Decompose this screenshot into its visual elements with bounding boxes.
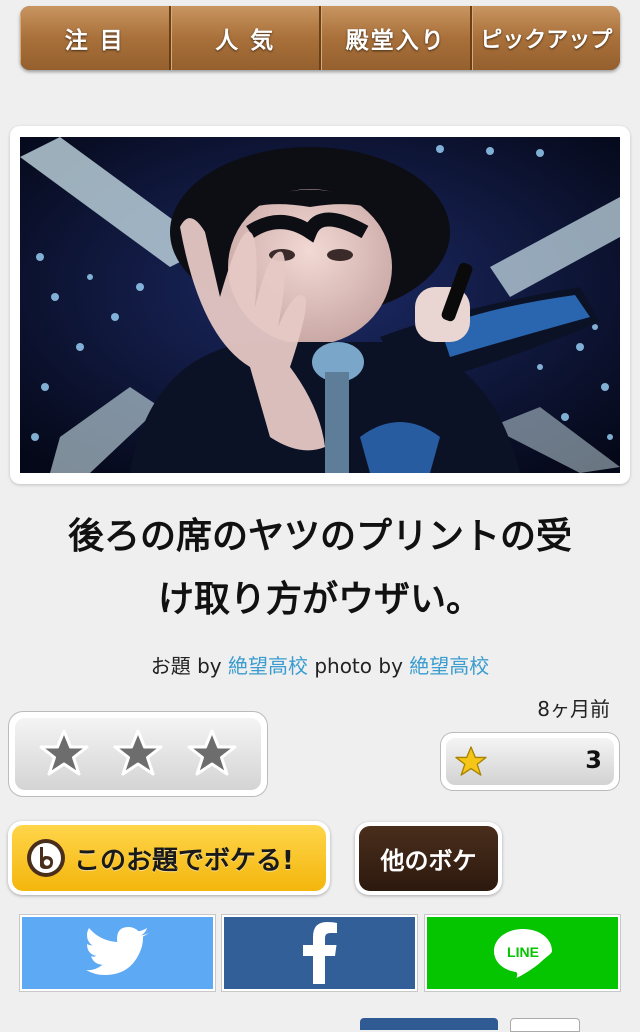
line-logo-text: LINE (507, 944, 539, 960)
tab-label: 注 目 (64, 28, 125, 54)
caption-line-1: 後ろの席のヤツのプリントの受 (67, 516, 572, 557)
boke-caption: 後ろの席のヤツのプリントの受 け取り方がウザい。 (20, 505, 620, 631)
facebook-f-icon (302, 922, 337, 984)
bottom-share-button[interactable] (510, 1018, 580, 1032)
photo-label: photo by (307, 654, 410, 678)
other-boke-label: 他のボケ (359, 826, 498, 891)
other-boke-button[interactable]: 他のボケ (355, 822, 502, 895)
tab-label: 人 気 (215, 28, 276, 54)
line-logo-icon: LINE (493, 929, 552, 978)
facebook-share-button[interactable] (222, 915, 417, 991)
twitter-bird-icon (85, 927, 149, 975)
caption-line-2: け取り方がウザい。 (157, 579, 482, 620)
rate-star-2-icon[interactable] (112, 728, 164, 780)
category-tabs: 注 目 人 気 殿堂入り ピックアップ (20, 6, 620, 70)
tab-label: ピックアップ (480, 28, 613, 53)
boke-button-face: このお題でボケる! (12, 825, 326, 891)
odai-label: お題 by (150, 654, 228, 678)
twitter-share-button[interactable] (20, 915, 215, 991)
star-rating (15, 718, 261, 790)
boke-this-odai-button[interactable]: このお題でボケる! (8, 821, 330, 895)
tab-chumoku[interactable]: 注 目 (20, 6, 171, 70)
photo-user-link[interactable]: 絶望高校 (409, 654, 489, 678)
score-box: 3 (441, 733, 619, 790)
credits: お題 by 絶望高校 photo by 絶望高校 (0, 650, 640, 679)
rate-star-1-icon[interactable] (38, 728, 90, 780)
photo-frame (10, 126, 630, 484)
gold-star-icon (455, 746, 487, 776)
odai-photo[interactable] (20, 137, 620, 473)
photo-illustration (20, 137, 620, 473)
odai-user-link[interactable]: 絶望高校 (228, 654, 308, 678)
line-share-button[interactable]: LINE (425, 915, 620, 991)
score-inner: 3 (446, 738, 614, 785)
bokete-logo-icon (27, 839, 65, 877)
boke-button-label: このお題でボケる! (74, 845, 294, 876)
rate-star-3-icon[interactable] (186, 728, 238, 780)
score-count: 3 (585, 746, 602, 774)
posted-time: 8ヶ月前 (537, 697, 610, 721)
tab-ninki[interactable]: 人 気 (170, 6, 321, 70)
bottom-facebook-button[interactable] (360, 1018, 498, 1030)
tab-dendouiri[interactable]: 殿堂入り (321, 6, 472, 70)
tab-label: 殿堂入り (345, 28, 446, 54)
star-rating-box (9, 712, 267, 796)
tab-pickup[interactable]: ピックアップ (471, 6, 620, 70)
